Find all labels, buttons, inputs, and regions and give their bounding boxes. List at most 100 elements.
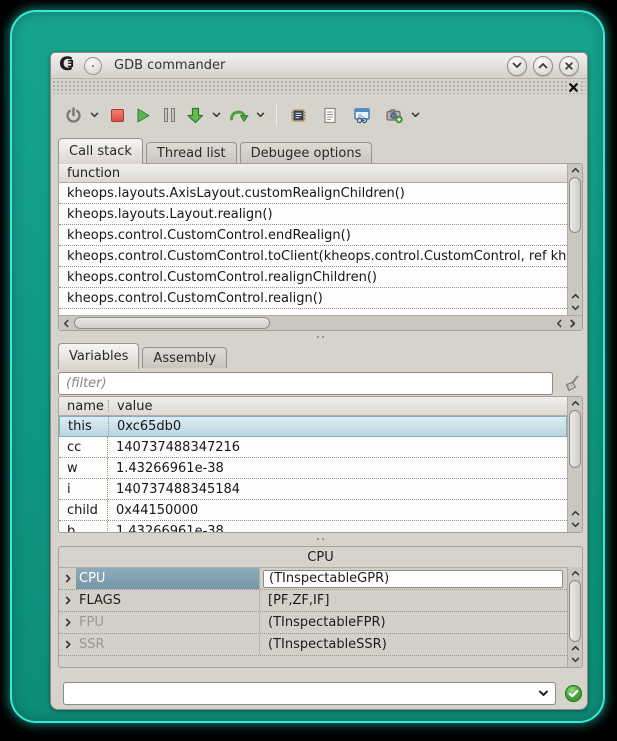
scroll-right-icon[interactable] — [566, 316, 580, 331]
chevron-down-icon — [538, 690, 549, 697]
variable-row[interactable]: cc 140737488347216 — [59, 437, 567, 458]
scrollbar-thumb[interactable] — [569, 410, 581, 468]
cpu-register-row[interactable]: FLAGS [PF,ZF,IF] — [59, 590, 567, 612]
cpu-register-row[interactable]: SSR (TInspectableSSR) — [59, 634, 567, 656]
variables-column-header[interactable]: name value — [59, 397, 582, 416]
power-dropdown-icon[interactable] — [87, 103, 101, 127]
callstack-row[interactable]: kheops.control.CustomControl.realign() — [59, 288, 567, 309]
callstack-row[interactable]: kheops.control.CustomControl.endRealign(… — [59, 225, 567, 246]
scroll-up-icon[interactable] — [568, 290, 582, 302]
variable-row[interactable]: child 0x44150000 — [59, 500, 567, 521]
expand-icon[interactable] — [59, 634, 76, 655]
gdb-commander-window: C Ǝ GDB commander — [50, 52, 588, 710]
callstack-row[interactable]: kheops.layouts.AxisLayout.customRealignC… — [59, 183, 567, 204]
register-value-cell[interactable]: (TInspectableFPR) — [259, 612, 567, 633]
callstack-row[interactable]: kheops.layouts.Layout.realign() — [59, 204, 567, 225]
callstack-row[interactable]: kheops.control.CustomControl.toClient(kh… — [59, 246, 567, 267]
variable-row[interactable]: w 1.43266961e-38 — [59, 458, 567, 479]
logo-e-glyph: Ǝ — [67, 60, 74, 70]
scroll-left-icon[interactable] — [59, 316, 73, 331]
snapshot-icon — [385, 107, 403, 124]
cpu-vertical-scrollbar[interactable] — [567, 567, 582, 667]
cpu-register-row[interactable]: CPU (TInspectableGPR) — [59, 568, 567, 590]
combobox-dropdown[interactable] — [538, 683, 549, 704]
register-value-cell[interactable]: (TInspectableGPR) — [259, 568, 567, 589]
variables-vertical-scrollbar[interactable] — [567, 397, 582, 532]
scroll-left-icon[interactable] — [552, 316, 566, 331]
callstack-row-text: kheops.control.CustomControl.realignChil… — [67, 270, 377, 285]
callstack-vertical-scrollbar[interactable] — [567, 164, 582, 315]
callstack-column-header[interactable]: function — [59, 164, 582, 183]
expand-icon[interactable] — [59, 590, 76, 611]
pause-button[interactable] — [157, 103, 181, 127]
scrollbar-thumb[interactable] — [569, 580, 581, 642]
expression-combobox[interactable] — [63, 682, 556, 705]
run-button[interactable] — [131, 103, 155, 127]
dock-close-icon[interactable] — [567, 82, 580, 93]
variable-row[interactable]: this 0xc65db0 — [59, 416, 567, 437]
watch-button[interactable] — [350, 103, 374, 127]
chevron-down-icon — [90, 112, 99, 118]
cpu-view-button[interactable] — [286, 103, 310, 127]
titlebar[interactable]: C Ǝ GDB commander — [51, 53, 587, 79]
expand-icon[interactable] — [59, 568, 76, 589]
power-button[interactable] — [61, 103, 85, 127]
variable-value: 140737488345184 — [108, 482, 240, 497]
scroll-up-icon[interactable] — [568, 642, 582, 654]
variable-row[interactable]: i 140737488345184 — [59, 479, 567, 500]
scroll-down-icon[interactable] — [568, 302, 582, 314]
shade-button[interactable] — [507, 56, 527, 76]
scroll-down-icon[interactable] — [568, 519, 582, 531]
chevron-down-icon — [212, 112, 221, 118]
desktop-background: C Ǝ GDB commander — [0, 0, 617, 741]
tab[interactable]: Thread list — [146, 142, 237, 163]
cpu-register-row[interactable]: FPU (TInspectableFPR) — [59, 612, 567, 634]
register-value-cell[interactable]: (TInspectableSSR) — [259, 634, 567, 655]
callstack-tabbar: Call stackThread listDebugee options — [58, 137, 375, 163]
expand-icon[interactable] — [59, 612, 76, 633]
stop-button[interactable] — [105, 103, 129, 127]
dock-header-grip[interactable] — [52, 80, 586, 94]
tab[interactable]: Debugee options — [240, 142, 373, 163]
splitter-handle[interactable] — [58, 331, 583, 343]
output-button[interactable] — [318, 103, 342, 127]
step-over-icon — [229, 107, 249, 124]
dock-pin-button[interactable] — [84, 57, 102, 75]
snapshot-dropdown-icon[interactable] — [408, 103, 422, 127]
variable-value: 140737488347216 — [108, 440, 240, 455]
variable-name: i — [59, 479, 108, 499]
maximize-button[interactable] — [533, 56, 553, 76]
register-value: [PF,ZF,IF] — [268, 593, 329, 608]
tab[interactable]: Assembly — [142, 347, 227, 368]
step-over-button[interactable] — [227, 103, 251, 127]
tab[interactable]: Call stack — [58, 138, 143, 164]
confirm-button[interactable] — [564, 684, 583, 703]
step-dropdown-icon[interactable] — [209, 103, 223, 127]
callstack-row[interactable]: kheops.control.CustomControl.realignChil… — [59, 267, 567, 288]
chevron-down-icon — [256, 112, 265, 118]
scroll-up-icon[interactable] — [568, 507, 582, 519]
variable-name: w — [59, 458, 108, 478]
callstack-row-text: kheops.layouts.AxisLayout.customRealignC… — [67, 186, 405, 201]
close-button[interactable] — [559, 56, 579, 76]
variable-row[interactable]: b 1.43266961e-38 — [59, 521, 567, 532]
step-button[interactable] — [183, 103, 207, 127]
register-value-cell[interactable]: [PF,ZF,IF] — [259, 590, 567, 611]
name-column-label: name — [59, 399, 108, 414]
scrollbar-thumb[interactable] — [569, 177, 581, 233]
clean-filter-button[interactable] — [562, 374, 581, 393]
scroll-down-icon[interactable] — [568, 654, 582, 666]
callstack-horizontal-scrollbar[interactable] — [59, 315, 582, 330]
x-glyph — [568, 82, 579, 93]
scroll-up-icon[interactable] — [568, 164, 582, 176]
step-over-dropdown-icon[interactable] — [253, 103, 267, 127]
filter-input[interactable] — [58, 372, 553, 395]
scroll-up-icon[interactable] — [568, 567, 582, 579]
scroll-buttons — [568, 507, 582, 531]
close-icon — [564, 61, 574, 71]
scrollbar-thumb[interactable] — [74, 317, 270, 329]
splitter-handle[interactable] — [58, 533, 583, 545]
scroll-up-icon[interactable] — [568, 397, 582, 409]
tab[interactable]: Variables — [58, 343, 139, 369]
snapshot-button[interactable] — [382, 103, 406, 127]
